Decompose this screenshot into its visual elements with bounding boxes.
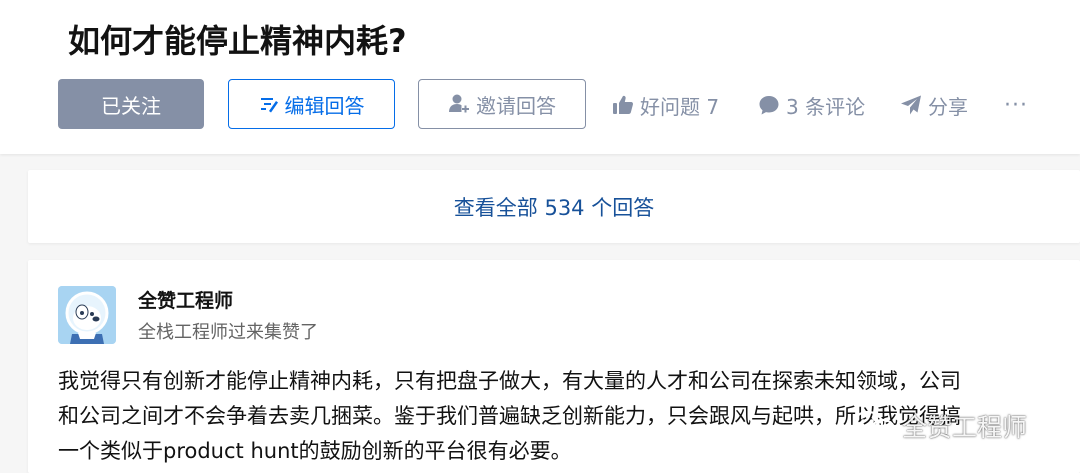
edit-icon	[259, 94, 279, 114]
edit-answer-label: 编辑回答	[284, 93, 365, 118]
view-all-answers-link[interactable]: 查看全部 534 个回答	[454, 192, 654, 222]
share-button[interactable]: 分享	[900, 88, 968, 122]
paper-plane-icon	[900, 94, 922, 116]
edit-answer-button[interactable]: 编辑回答	[228, 79, 395, 129]
watermark-text: 全赞工程师	[902, 413, 1028, 442]
wechat-watermark: 全赞工程师	[852, 402, 1027, 450]
answer-paragraph-line: 我觉得只有创新才能停止精神内耗，只有把盘子做大，有大量的人才和公司在探索未知领域…	[58, 369, 961, 393]
followed-button-label: 已关注	[101, 93, 161, 118]
invite-answer-label: 邀请回答	[476, 93, 556, 118]
add-user-icon	[448, 93, 470, 115]
invite-answer-button[interactable]: 邀请回答	[418, 79, 586, 129]
view-all-answers-card[interactable]: 查看全部 534 个回答	[28, 170, 1080, 243]
comment-bubble-icon	[758, 94, 780, 116]
share-label: 分享	[928, 94, 968, 119]
good-question-button[interactable]: 好问题 7	[612, 88, 719, 122]
more-button[interactable]: ···	[1004, 88, 1028, 122]
author-bio: 全栈工程师过来集赞了	[138, 322, 318, 343]
good-question-label: 好问题 7	[640, 94, 720, 119]
comments-button[interactable]: 3 条评论	[758, 88, 865, 122]
wechat-icon	[852, 409, 896, 443]
question-header: 如何才能停止精神内耗? 已关注 编辑回答 邀请回答 好问题 7 3 条评论 分享…	[0, 0, 1080, 154]
followed-button[interactable]: 已关注	[58, 79, 204, 129]
thumbs-up-icon	[612, 94, 634, 116]
comments-label: 3 条评论	[786, 94, 866, 119]
question-title: 如何才能停止精神内耗?	[68, 22, 407, 60]
more-dots-icon: ···	[1004, 92, 1028, 118]
author-name[interactable]: 全赞工程师	[138, 286, 233, 313]
author-avatar[interactable]	[58, 286, 116, 344]
